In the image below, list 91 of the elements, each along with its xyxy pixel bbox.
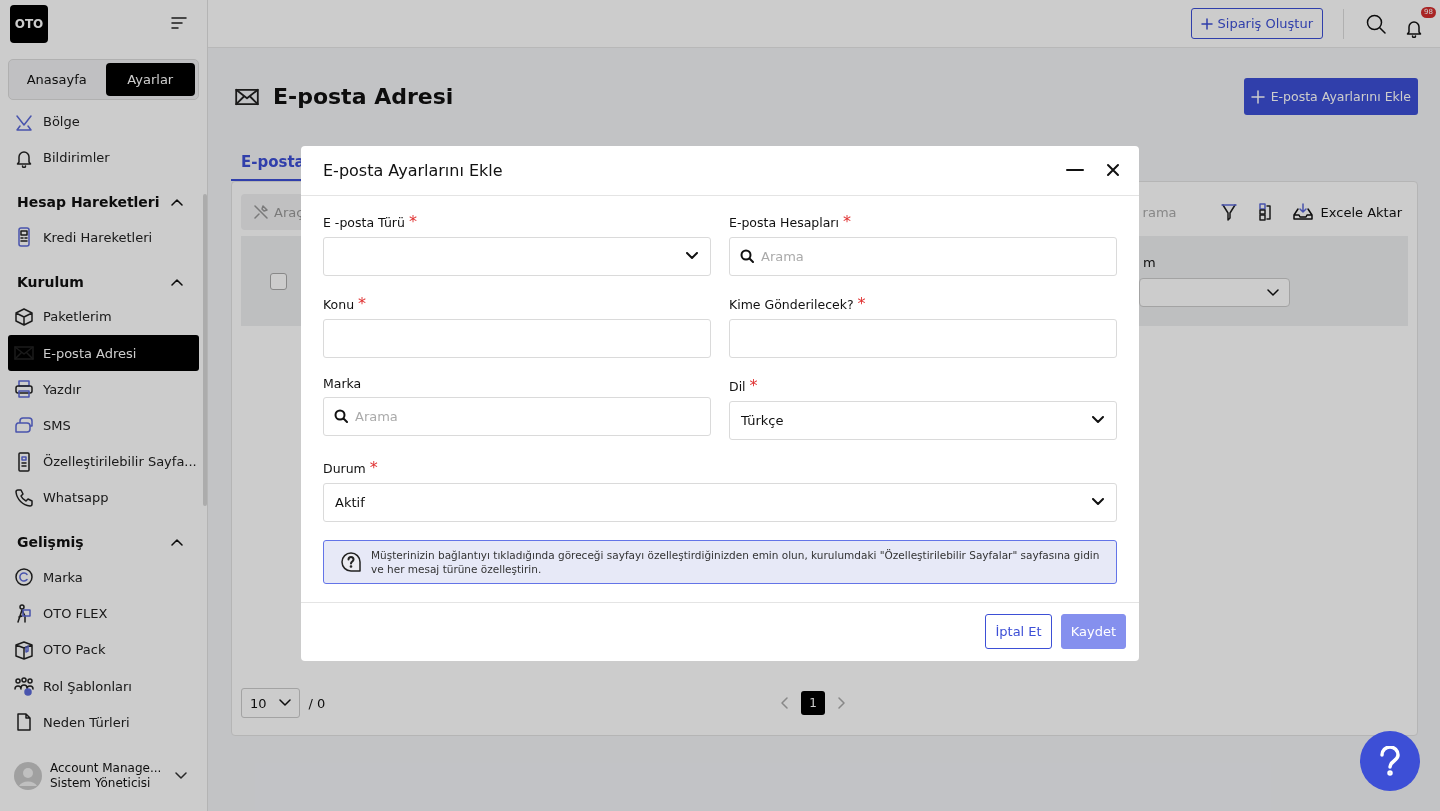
chevron-down-icon [1092, 416, 1104, 425]
envelope-icon [14, 343, 34, 363]
nav-section-header[interactable]: Kurulum [8, 263, 199, 300]
document-icon [14, 712, 34, 733]
people-icon [14, 676, 34, 697]
select-field[interactable]: Türkçe [729, 400, 1117, 440]
required-mark: * [369, 457, 378, 477]
nav-section-header[interactable]: Gelişmiş [8, 524, 199, 560]
logo[interactable]: OTO [10, 5, 48, 43]
chat-bubble-icon [14, 415, 34, 436]
info-text: Müşterinizin bağlantıyı tıkladığında göreceği sayfayı özelleştirdiğinizden emin olun, kurulumdaki "Özelleştirilebilir Sayfalar" sayfasına gidin ve her mesaj türüne özelleştirin. [371, 547, 1101, 576]
user-role: Sistem Yöneticisi [50, 776, 152, 791]
next-page-icon[interactable] [837, 697, 845, 709]
nav-item[interactable]: Bildirimler [8, 140, 199, 176]
field-label: Durum [323, 460, 366, 476]
required-mark: * [358, 293, 367, 313]
close-button[interactable] [1106, 163, 1120, 178]
courier-icon [14, 603, 34, 624]
required-mark: * [843, 211, 851, 231]
plus-icon [1200, 17, 1213, 30]
chevron-down-icon [278, 699, 291, 707]
nav-item[interactable]: E-posta Adresi [8, 335, 199, 371]
nav-item[interactable]: Neden Türleri [8, 704, 199, 740]
minimize-button[interactable] [1066, 168, 1084, 173]
question-mark-icon [1379, 746, 1401, 776]
question-icon [341, 551, 361, 572]
nav-item[interactable]: Kredi Hareketleri [8, 219, 199, 255]
add-email-settings-button[interactable]: E-posta Ayarlarını Ekle [1243, 78, 1418, 115]
search-field[interactable]: Arama [729, 236, 1117, 276]
printer-icon [14, 379, 34, 400]
user-name: Account Manage... [50, 761, 163, 776]
field-label: E-posta Hesapları [729, 214, 839, 230]
input-field[interactable] [729, 318, 1117, 358]
page-title: E-posta Adresi [273, 84, 454, 109]
plus-icon [1250, 89, 1265, 104]
nav-item[interactable]: SMS [8, 407, 199, 444]
envelope-icon [235, 86, 259, 107]
export-excel-button[interactable]: Excele Aktar [1292, 203, 1402, 221]
chevron-down-icon [175, 772, 187, 780]
nav-item[interactable]: Bölge [8, 104, 199, 140]
previous-page-icon[interactable] [781, 697, 789, 709]
nav-item[interactable]: Marka [8, 559, 199, 596]
copyright-icon [14, 567, 34, 588]
total-count: / 0 [308, 695, 326, 711]
field-label: Konu [323, 296, 355, 312]
user-menu[interactable]: Account Manage... Sistem Yöneticisi [8, 741, 199, 811]
download-tray-icon [1292, 203, 1313, 221]
field-label: Dil [729, 378, 746, 394]
nav-item[interactable]: Özelleştirilebilir Sayfa... [8, 444, 199, 480]
chevron-down-icon [686, 252, 698, 261]
nav-item[interactable]: Yazdır [8, 371, 199, 407]
column-filter-dropdown[interactable] [1139, 278, 1290, 307]
field-label: Marka [323, 375, 362, 391]
chevron-down-icon [1267, 288, 1279, 297]
select-all-checkbox[interactable] [270, 272, 287, 290]
create-order-button[interactable]: Sipariş Oluştur [1190, 8, 1323, 39]
select-field[interactable] [323, 236, 711, 276]
telephone-icon [14, 487, 34, 508]
mode-tab[interactable]: Anasayfa [12, 63, 102, 96]
required-mark: * [857, 293, 866, 313]
nav-item[interactable]: Paketlerim [8, 299, 199, 335]
columns-icon[interactable] [1258, 203, 1271, 221]
close-icon [1106, 163, 1120, 178]
cancel-button[interactable]: İptal Et [985, 614, 1052, 650]
search-icon [1366, 13, 1386, 34]
box-icon [14, 306, 34, 327]
column-header: m [1143, 255, 1157, 270]
required-mark: * [408, 211, 417, 231]
field-label: E -posta Türü [323, 214, 405, 230]
menu-icon [171, 15, 187, 30]
search-icon [334, 408, 348, 423]
minimize-icon [1066, 168, 1084, 173]
required-mark: * [749, 375, 758, 395]
nav-item[interactable]: Whatsapp [8, 480, 199, 516]
page-button[interactable]: 1 [801, 691, 825, 715]
nav-section-header[interactable]: Hesap Hareketleri [8, 184, 199, 220]
select-field[interactable]: Aktif [323, 482, 1117, 522]
filter-icon[interactable] [1220, 203, 1237, 221]
field-label: Kime Gönderilecek? [729, 296, 854, 312]
chevron-down-icon [1092, 498, 1104, 507]
page-size-select[interactable]: 10 [241, 688, 300, 718]
search-field[interactable]: Arama [323, 396, 711, 436]
mode-tab[interactable]: Ayarlar [105, 63, 195, 96]
input-field[interactable] [323, 318, 711, 358]
avatar-icon [14, 762, 42, 790]
nav-item[interactable]: OTO Pack [8, 632, 199, 668]
dialog-title: E-posta Ayarlarını Ekle [323, 160, 503, 180]
nav-item[interactable]: Rol Şablonları [8, 668, 199, 704]
search-icon [740, 248, 754, 263]
package-icon [14, 639, 34, 660]
nav-item[interactable]: OTO FLEX [8, 596, 199, 632]
